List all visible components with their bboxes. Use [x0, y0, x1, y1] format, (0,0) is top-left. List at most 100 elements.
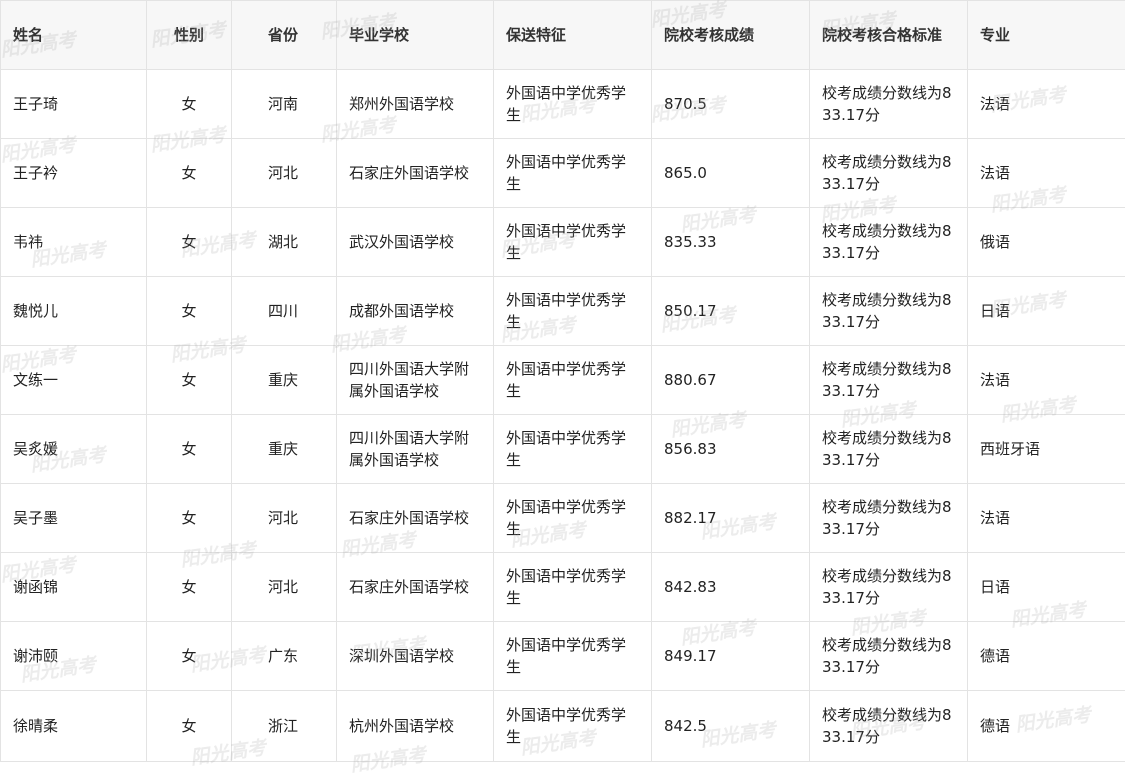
cell-gender: 女 — [147, 415, 232, 484]
table-row: 王子琦 女 河南 郑州外国语学校 外国语中学优秀学生 870.5 校考成绩分数线… — [1, 70, 1125, 139]
cell-standard: 校考成绩分数线为833.17分 — [810, 346, 968, 415]
cell-score: 842.83 — [652, 553, 810, 622]
cell-school: 石家庄外国语学校 — [337, 484, 494, 553]
header-gender: 性别 — [147, 1, 232, 70]
table-header: 姓名 性别 省份 毕业学校 保送特征 院校考核成绩 院校考核合格标准 专业 — [1, 1, 1125, 70]
cell-province: 河北 — [232, 484, 337, 553]
cell-feature: 外国语中学优秀学生 — [494, 277, 652, 346]
cell-school: 成都外国语学校 — [337, 277, 494, 346]
cell-major: 法语 — [968, 139, 1125, 208]
cell-name: 王子琦 — [1, 70, 147, 139]
cell-school: 深圳外国语学校 — [337, 622, 494, 691]
cell-province: 广东 — [232, 622, 337, 691]
cell-major: 法语 — [968, 70, 1125, 139]
cell-major: 日语 — [968, 553, 1125, 622]
cell-score: 880.67 — [652, 346, 810, 415]
cell-standard: 校考成绩分数线为833.17分 — [810, 691, 968, 762]
cell-gender: 女 — [147, 139, 232, 208]
cell-province: 河南 — [232, 70, 337, 139]
cell-gender: 女 — [147, 553, 232, 622]
table-row: 韦祎 女 湖北 武汉外国语学校 外国语中学优秀学生 835.33 校考成绩分数线… — [1, 208, 1125, 277]
table-row: 吴子墨 女 河北 石家庄外国语学校 外国语中学优秀学生 882.17 校考成绩分… — [1, 484, 1125, 553]
cell-score: 870.5 — [652, 70, 810, 139]
header-standard: 院校考核合格标准 — [810, 1, 968, 70]
cell-feature: 外国语中学优秀学生 — [494, 415, 652, 484]
cell-feature: 外国语中学优秀学生 — [494, 691, 652, 762]
cell-name: 徐晴柔 — [1, 691, 147, 762]
cell-major: 法语 — [968, 484, 1125, 553]
cell-standard: 校考成绩分数线为833.17分 — [810, 139, 968, 208]
cell-school: 四川外国语大学附属外国语学校 — [337, 346, 494, 415]
cell-gender: 女 — [147, 208, 232, 277]
cell-standard: 校考成绩分数线为833.17分 — [810, 622, 968, 691]
cell-major: 德语 — [968, 622, 1125, 691]
table-row: 谢沛颐 女 广东 深圳外国语学校 外国语中学优秀学生 849.17 校考成绩分数… — [1, 622, 1125, 691]
cell-feature: 外国语中学优秀学生 — [494, 484, 652, 553]
header-score: 院校考核成绩 — [652, 1, 810, 70]
cell-school: 杭州外国语学校 — [337, 691, 494, 762]
cell-feature: 外国语中学优秀学生 — [494, 139, 652, 208]
table-row: 魏悦儿 女 四川 成都外国语学校 外国语中学优秀学生 850.17 校考成绩分数… — [1, 277, 1125, 346]
cell-gender: 女 — [147, 484, 232, 553]
cell-name: 谢函锦 — [1, 553, 147, 622]
header-province: 省份 — [232, 1, 337, 70]
cell-major: 法语 — [968, 346, 1125, 415]
cell-score: 835.33 — [652, 208, 810, 277]
cell-major: 俄语 — [968, 208, 1125, 277]
cell-standard: 校考成绩分数线为833.17分 — [810, 277, 968, 346]
cell-gender: 女 — [147, 691, 232, 762]
cell-province: 河北 — [232, 553, 337, 622]
header-school: 毕业学校 — [337, 1, 494, 70]
header-name: 姓名 — [1, 1, 147, 70]
cell-standard: 校考成绩分数线为833.17分 — [810, 70, 968, 139]
cell-score: 856.83 — [652, 415, 810, 484]
table-row: 吴炙媛 女 重庆 四川外国语大学附属外国语学校 外国语中学优秀学生 856.83… — [1, 415, 1125, 484]
cell-name: 王子衿 — [1, 139, 147, 208]
cell-province: 重庆 — [232, 346, 337, 415]
cell-school: 石家庄外国语学校 — [337, 139, 494, 208]
cell-province: 浙江 — [232, 691, 337, 762]
table-body: 王子琦 女 河南 郑州外国语学校 外国语中学优秀学生 870.5 校考成绩分数线… — [1, 70, 1125, 762]
table-row: 徐晴柔 女 浙江 杭州外国语学校 外国语中学优秀学生 842.5 校考成绩分数线… — [1, 691, 1125, 762]
cell-gender: 女 — [147, 277, 232, 346]
cell-score: 882.17 — [652, 484, 810, 553]
cell-school: 四川外国语大学附属外国语学校 — [337, 415, 494, 484]
cell-province: 重庆 — [232, 415, 337, 484]
cell-province: 河北 — [232, 139, 337, 208]
cell-name: 文练一 — [1, 346, 147, 415]
cell-feature: 外国语中学优秀学生 — [494, 553, 652, 622]
cell-name: 魏悦儿 — [1, 277, 147, 346]
cell-gender: 女 — [147, 622, 232, 691]
cell-feature: 外国语中学优秀学生 — [494, 622, 652, 691]
cell-province: 湖北 — [232, 208, 337, 277]
cell-standard: 校考成绩分数线为833.17分 — [810, 208, 968, 277]
header-feature: 保送特征 — [494, 1, 652, 70]
cell-standard: 校考成绩分数线为833.17分 — [810, 415, 968, 484]
cell-name: 谢沛颐 — [1, 622, 147, 691]
cell-school: 郑州外国语学校 — [337, 70, 494, 139]
cell-name: 韦祎 — [1, 208, 147, 277]
table-row: 王子衿 女 河北 石家庄外国语学校 外国语中学优秀学生 865.0 校考成绩分数… — [1, 139, 1125, 208]
cell-school: 石家庄外国语学校 — [337, 553, 494, 622]
cell-major: 日语 — [968, 277, 1125, 346]
cell-feature: 外国语中学优秀学生 — [494, 208, 652, 277]
cell-standard: 校考成绩分数线为833.17分 — [810, 553, 968, 622]
cell-major: 西班牙语 — [968, 415, 1125, 484]
header-row: 姓名 性别 省份 毕业学校 保送特征 院校考核成绩 院校考核合格标准 专业 — [1, 1, 1125, 70]
cell-feature: 外国语中学优秀学生 — [494, 346, 652, 415]
table-row: 文练一 女 重庆 四川外国语大学附属外国语学校 外国语中学优秀学生 880.67… — [1, 346, 1125, 415]
cell-standard: 校考成绩分数线为833.17分 — [810, 484, 968, 553]
cell-name: 吴炙媛 — [1, 415, 147, 484]
header-major: 专业 — [968, 1, 1125, 70]
cell-major: 德语 — [968, 691, 1125, 762]
admission-table: 姓名 性别 省份 毕业学校 保送特征 院校考核成绩 院校考核合格标准 专业 王子… — [0, 0, 1125, 762]
cell-score: 850.17 — [652, 277, 810, 346]
cell-province: 四川 — [232, 277, 337, 346]
cell-score: 865.0 — [652, 139, 810, 208]
cell-school: 武汉外国语学校 — [337, 208, 494, 277]
table-row: 谢函锦 女 河北 石家庄外国语学校 外国语中学优秀学生 842.83 校考成绩分… — [1, 553, 1125, 622]
cell-score: 842.5 — [652, 691, 810, 762]
cell-gender: 女 — [147, 346, 232, 415]
cell-name: 吴子墨 — [1, 484, 147, 553]
cell-feature: 外国语中学优秀学生 — [494, 70, 652, 139]
